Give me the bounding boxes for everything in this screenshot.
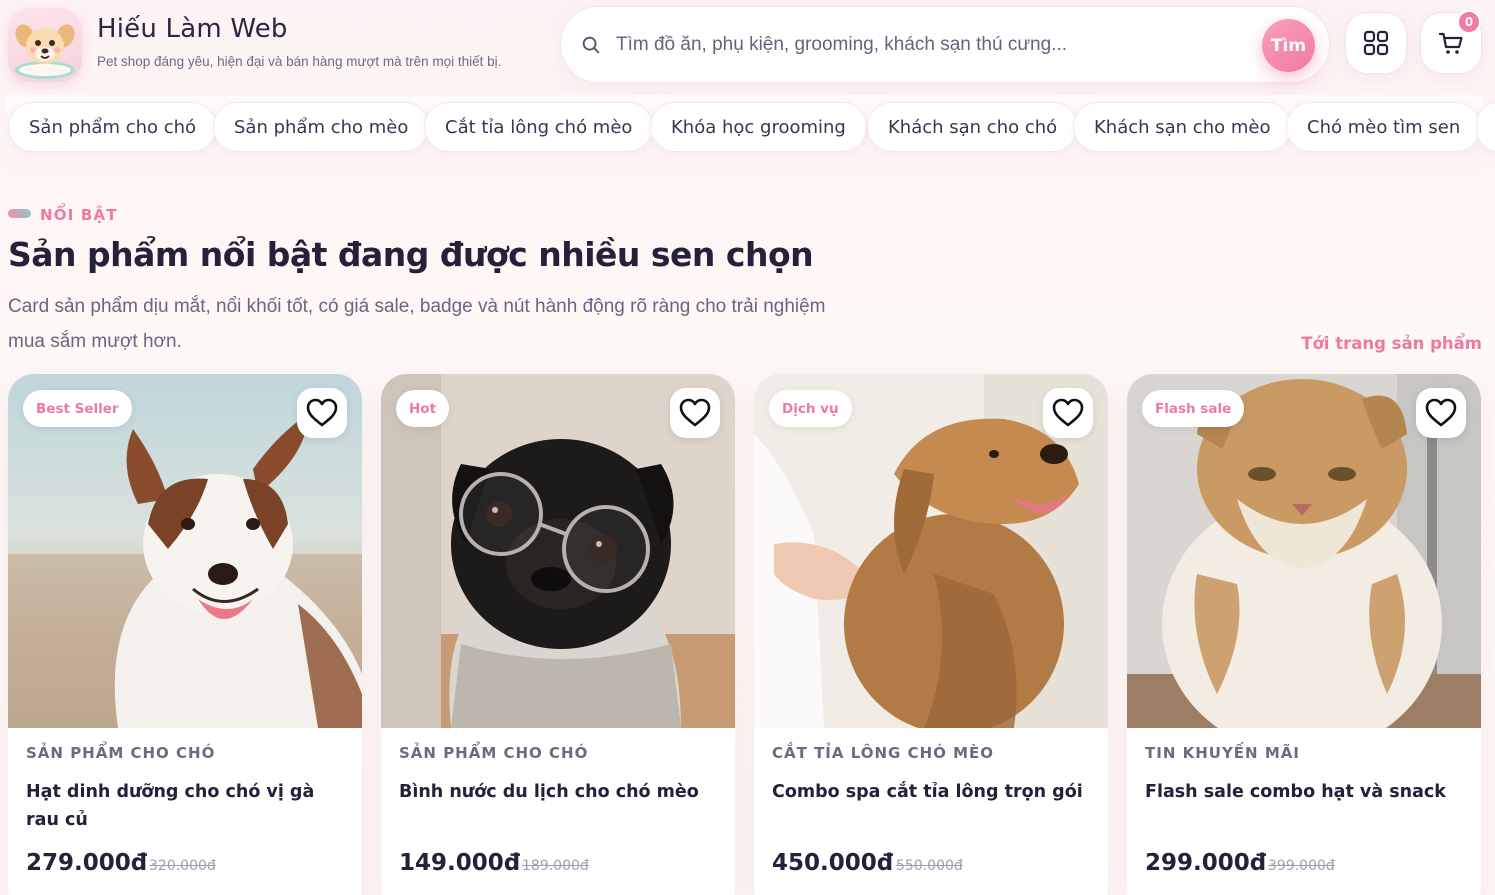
product-price: 279.000đ [26, 850, 148, 876]
product-badge: Hot [396, 390, 450, 427]
category-dog-products[interactable]: Sản phẩm cho chó [8, 102, 218, 152]
wishlist-button[interactable] [670, 388, 720, 438]
cart-icon [1438, 32, 1463, 54]
product-card[interactable]: Hot SẢN PHẨM CHO CHÓ Bình nước du lịch c… [381, 374, 735, 895]
section-eyebrow: NỔI BẬT [40, 206, 118, 224]
category-adoption[interactable]: Chó mèo tìm sen [1286, 102, 1482, 152]
product-old-price: 550.000đ [896, 858, 963, 874]
heart-icon [679, 398, 711, 427]
product-badge: Dịch vụ [769, 390, 852, 427]
wishlist-button[interactable] [1416, 388, 1466, 438]
product-old-price: 399.000đ [1268, 858, 1335, 874]
wishlist-button[interactable] [1043, 388, 1093, 438]
section-description: Card sản phẩm dịu mắt, nổi khối tốt, có … [8, 296, 826, 352]
product-card[interactable]: Dịch vụ CẮT TỈA LÔNG CHÓ MÈO Combo spa c… [754, 374, 1108, 895]
product-category: TIN KHUYẾN MÃI [1145, 744, 1300, 762]
search-input[interactable] [616, 27, 1256, 63]
category-cat-products[interactable]: Sản phẩm cho mèo [213, 102, 430, 152]
product-old-price: 320.000đ [149, 858, 216, 874]
eyebrow-accent [8, 209, 31, 218]
site-header: Hiếu Làm Web Pet shop đáng yêu, hiện đại… [0, 0, 1495, 95]
product-old-price: 189.000đ [522, 858, 589, 874]
grid-icon [1363, 30, 1389, 56]
view-all-products-link[interactable]: Tới trang sản phẩm [1301, 334, 1482, 353]
product-category: SẢN PHẨM CHO CHÓ [399, 744, 589, 762]
product-image[interactable]: Flash sale [1127, 374, 1481, 728]
heart-icon [1425, 398, 1457, 427]
section-title: Sản phẩm nổi bật đang được nhiều sen chọ… [8, 235, 814, 274]
category-grooming-course[interactable]: Khóa học grooming [650, 102, 867, 152]
brand-tagline: Pet shop đáng yêu, hiện đại và bán hàng … [97, 54, 502, 69]
product-name[interactable]: Bình nước du lịch cho chó mèo [399, 778, 719, 806]
wishlist-button[interactable] [297, 388, 347, 438]
product-price: 450.000đ [772, 850, 894, 876]
product-image[interactable]: Best Seller [8, 374, 362, 728]
product-name[interactable]: Combo spa cắt tỉa lông trọn gói [772, 778, 1092, 806]
product-card[interactable]: Best Seller SẢN PHẨM CHO CHÓ Hạt dinh dư… [8, 374, 362, 895]
product-name[interactable]: Hạt dinh dưỡng cho chó vị gà rau củ [26, 778, 346, 834]
heart-icon [1052, 398, 1084, 427]
search-bar: Tìm [560, 6, 1330, 83]
search-icon [582, 36, 600, 54]
product-image[interactable]: Dịch vụ [754, 374, 1108, 728]
product-badge: Best Seller [23, 390, 132, 427]
heart-icon [306, 398, 338, 427]
category-grooming[interactable]: Cắt tỉa lông chó mèo [424, 102, 654, 152]
product-badge: Flash sale [1142, 390, 1245, 427]
product-image[interactable]: Hot [381, 374, 735, 728]
category-dog-hotel[interactable]: Khách sạn cho chó [867, 102, 1079, 152]
logo[interactable] [8, 8, 82, 82]
product-price: 299.000đ [1145, 850, 1267, 876]
menu-grid-button[interactable] [1345, 12, 1407, 74]
product-category: SẢN PHẨM CHO CHÓ [26, 744, 216, 762]
cart-count-badge: 0 [1457, 10, 1481, 34]
search-button[interactable]: Tìm [1262, 19, 1315, 72]
category-cat-hotel[interactable]: Khách sạn cho mèo [1073, 102, 1292, 152]
product-price: 149.000đ [399, 850, 521, 876]
category-nav: Sản phẩm cho chó Sản phẩm cho mèo Cắt tỉ… [0, 95, 1495, 175]
dog-mascot-icon [15, 24, 75, 79]
product-name[interactable]: Flash sale combo hạt và snack [1145, 778, 1465, 806]
brand-name[interactable]: Hiếu Làm Web [97, 14, 288, 44]
product-card[interactable]: Flash sale TIN KHUYẾN MÃI Flash sale com… [1127, 374, 1481, 895]
product-category: CẮT TỈA LÔNG CHÓ MÈO [772, 744, 995, 762]
